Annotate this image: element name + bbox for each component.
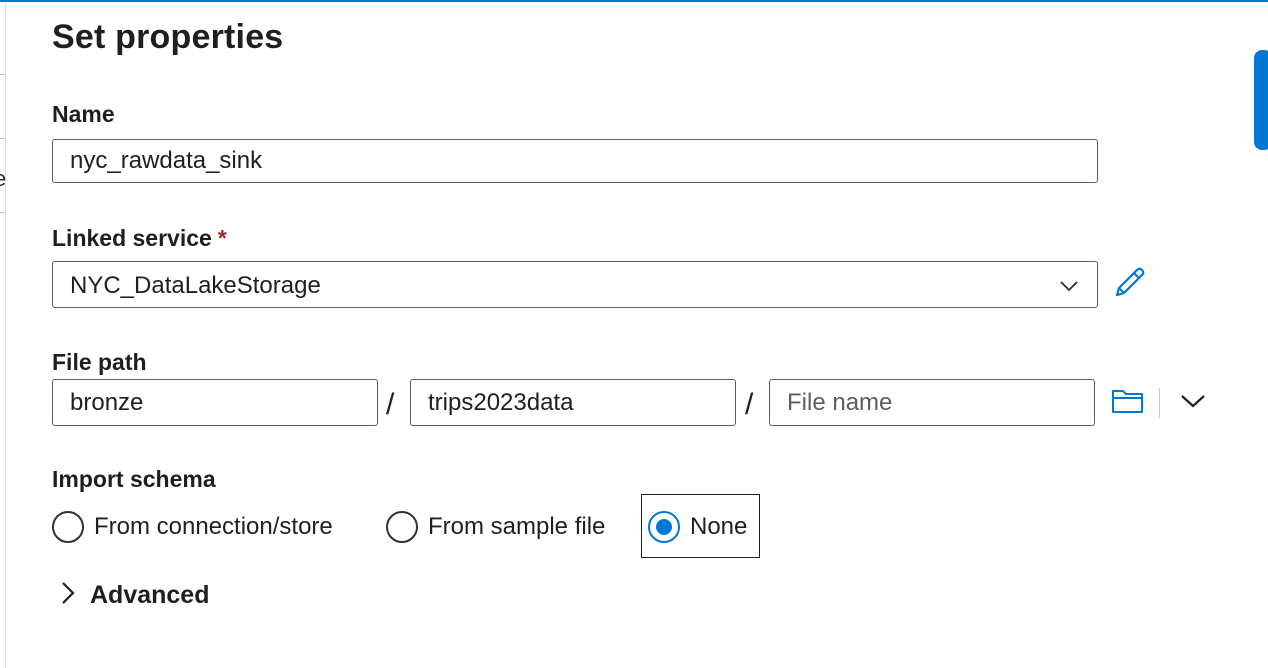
toolbar-divider: [1159, 388, 1160, 418]
advanced-section-toggle[interactable]: Advanced: [58, 580, 209, 611]
edit-linked-service-button[interactable]: [1110, 264, 1150, 304]
radio-button[interactable]: [386, 511, 418, 543]
radio-none[interactable]: None: [648, 507, 747, 547]
linked-service-label-text: Linked service: [52, 225, 212, 251]
set-properties-panel: e Set properties Name Linked service* NY…: [0, 0, 1268, 668]
required-indicator: *: [217, 225, 227, 251]
radio-from-connection-store[interactable]: From connection/store: [52, 507, 333, 547]
browse-button[interactable]: [1108, 384, 1148, 422]
advanced-label: Advanced: [90, 581, 210, 609]
path-separator: /: [386, 388, 395, 421]
pane-divider: [0, 74, 5, 75]
name-label: Name: [52, 101, 115, 127]
panel-top-border: [0, 0, 1268, 2]
chevron-down-icon: [1180, 392, 1206, 415]
scrollbar-thumb[interactable]: [1254, 50, 1268, 150]
radio-button-selected[interactable]: [648, 511, 680, 543]
chevron-down-icon: [1059, 276, 1079, 296]
more-options-button[interactable]: [1176, 388, 1210, 418]
linked-service-label: Linked service *: [52, 225, 227, 252]
folder-icon: [1111, 387, 1145, 420]
directory-input[interactable]: [410, 379, 736, 426]
radio-label: From connection/store: [94, 513, 333, 540]
radio-label: None: [690, 513, 748, 540]
radio-label: From sample file: [428, 513, 606, 540]
pencil-icon: [1112, 264, 1148, 305]
import-schema-label: Import schema: [52, 466, 216, 492]
path-separator: /: [745, 388, 754, 421]
pane-divider: [0, 138, 5, 139]
file-name-input[interactable]: [769, 379, 1095, 426]
radio-button[interactable]: [52, 511, 84, 543]
name-input[interactable]: [52, 139, 1098, 183]
linked-service-dropdown[interactable]: NYC_DataLakeStorage: [52, 261, 1098, 308]
chevron-right-icon: [58, 580, 78, 611]
container-input[interactable]: [52, 379, 378, 426]
linked-service-value: NYC_DataLakeStorage: [70, 272, 321, 299]
page-title: Set properties: [52, 18, 284, 56]
radio-from-sample-file[interactable]: From sample file: [386, 507, 605, 547]
background-pane-edge: e: [0, 2, 6, 668]
pane-divider: [0, 212, 5, 213]
file-path-label: File path: [52, 349, 147, 375]
clipped-text: e: [0, 166, 7, 191]
